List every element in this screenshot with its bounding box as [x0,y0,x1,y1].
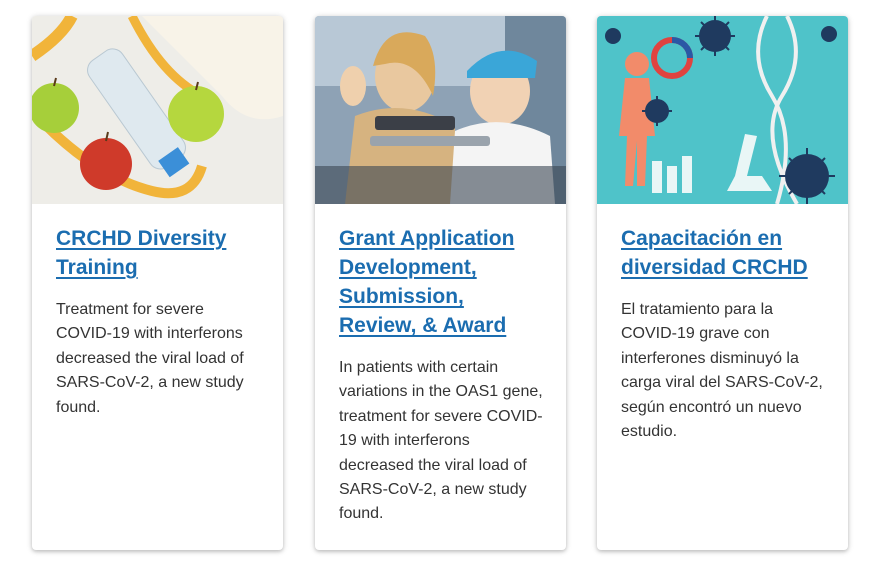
card-image-virus-illustration[interactable] [597,16,848,204]
card-grid: CRCHD Diversity Training Treatment for s… [0,0,880,566]
card-title-link[interactable]: Grant Application Development, Submissio… [339,224,544,340]
card-description: In patients with certain variations in t… [339,359,543,523]
card-title-link[interactable]: CRCHD Diversity Training [56,224,261,282]
card-image-video-call[interactable] [315,16,566,204]
card-grant-application[interactable]: Grant Application Development, Submissio… [315,16,566,550]
card-title-link[interactable]: Capacitación en diversidad CRCHD [621,224,826,282]
card-capacitacion-diversidad[interactable]: Capacitación en diversidad CRCHD El trat… [597,16,848,550]
card-crchd-diversity-training[interactable]: CRCHD Diversity Training Treatment for s… [32,16,283,550]
card-image-fitness[interactable] [32,16,283,204]
card-description: Treatment for severe COVID-19 with inter… [56,301,244,416]
card-description: El tratamiento para la COVID-19 grave co… [621,301,823,441]
